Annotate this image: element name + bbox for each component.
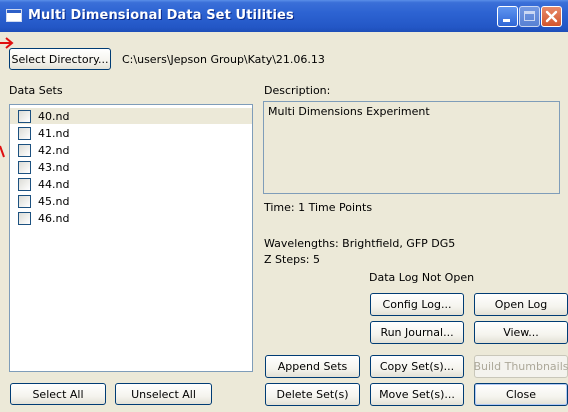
checkbox[interactable] <box>18 160 31 174</box>
config-log-button[interactable]: Config Log... <box>370 293 464 316</box>
maximize-icon <box>524 11 535 21</box>
checkbox[interactable] <box>18 211 31 225</box>
close-icon <box>545 10 558 23</box>
close-window-button[interactable] <box>541 6 562 27</box>
append-sets-button[interactable]: Append Sets <box>265 355 360 378</box>
main-window: Multi Dimensional Data Set Utilities Sel… <box>0 0 568 412</box>
description-text: Multi Dimensions Experiment <box>268 105 430 118</box>
view-button[interactable]: View... <box>474 321 568 344</box>
list-item[interactable]: 41.nd <box>10 125 252 141</box>
annotation-mark-icon <box>0 145 5 158</box>
build-thumbnails-button: Build Thumbnails <box>473 355 568 378</box>
select-all-button[interactable]: Select All <box>10 383 106 405</box>
window-title: Multi Dimensional Data Set Utilities <box>28 8 294 23</box>
list-item-label: 45.nd <box>38 194 70 208</box>
list-item-label: 40.nd <box>38 109 70 123</box>
open-log-button[interactable]: Open Log <box>474 293 568 316</box>
list-item[interactable]: 40.nd <box>10 108 252 124</box>
data-log-status: Data Log Not Open <box>369 271 475 284</box>
minimize-button[interactable] <box>497 6 518 27</box>
run-journal-button[interactable]: Run Journal... <box>370 321 464 344</box>
data-sets-label: Data Sets <box>9 84 63 97</box>
description-label: Description: <box>264 84 331 97</box>
list-item[interactable]: 43.nd <box>10 159 252 175</box>
list-item-label: 44.nd <box>38 177 70 191</box>
app-window-icon <box>6 9 22 22</box>
data-sets-list[interactable]: 40.nd 41.nd 42.nd 43.nd 44.nd 45.nd 46.n… <box>9 104 253 372</box>
list-item[interactable]: 45.nd <box>10 193 252 209</box>
close-button[interactable]: Close <box>474 383 568 406</box>
list-item[interactable]: 46.nd <box>10 210 252 226</box>
checkbox[interactable] <box>18 177 31 191</box>
description-box[interactable]: Multi Dimensions Experiment <box>263 101 560 194</box>
minimize-icon <box>503 19 510 22</box>
checkbox[interactable] <box>18 109 31 123</box>
select-directory-button[interactable]: Select Directory... <box>9 48 111 70</box>
delete-sets-button[interactable]: Delete Set(s) <box>265 383 360 406</box>
checkbox[interactable] <box>18 194 31 208</box>
z-steps-info: Z Steps: 5 <box>264 253 321 266</box>
list-item-label: 43.nd <box>38 160 70 174</box>
unselect-all-button[interactable]: Unselect All <box>115 383 212 405</box>
list-item-label: 46.nd <box>38 211 70 225</box>
copy-sets-button[interactable]: Copy Set(s)... <box>370 355 464 378</box>
time-points-info: Time: 1 Time Points <box>264 201 373 214</box>
wavelengths-info: Wavelengths: Brightfield, GFP DG5 <box>264 237 456 250</box>
list-item-label: 41.nd <box>38 126 70 140</box>
title-bar[interactable]: Multi Dimensional Data Set Utilities <box>0 0 568 32</box>
list-item[interactable]: 44.nd <box>10 176 252 192</box>
move-sets-button[interactable]: Move Set(s)... <box>370 383 464 406</box>
maximize-button <box>519 6 540 27</box>
checkbox[interactable] <box>18 126 31 140</box>
checkbox[interactable] <box>18 143 31 157</box>
list-item-label: 42.nd <box>38 143 70 157</box>
list-item[interactable]: 42.nd <box>10 142 252 158</box>
directory-path: C:\users\Jepson Group\Katy\21.06.13 <box>122 53 325 66</box>
